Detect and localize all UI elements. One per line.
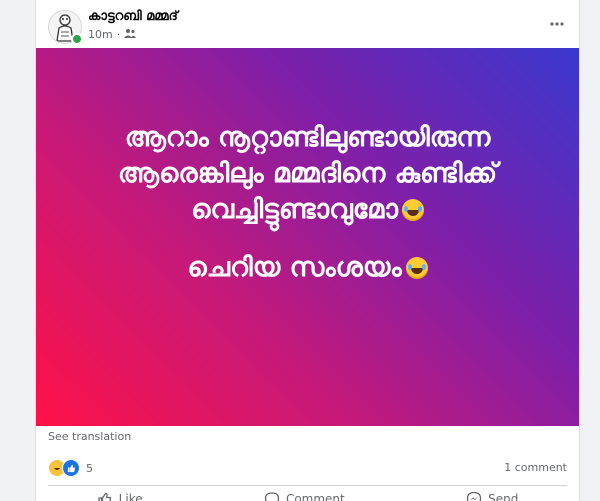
post-text-segment: വെച്ചിട്ടുണ്ടാവുമോ bbox=[191, 194, 398, 225]
post-text-line: ചെറിയ സംശയം bbox=[36, 250, 579, 286]
divider bbox=[48, 485, 567, 486]
comments-count[interactable]: 1 comment bbox=[504, 461, 567, 474]
post-author[interactable]: കാട്ടറബി മമ്മദ് bbox=[88, 9, 178, 24]
like-label: Like bbox=[118, 492, 143, 501]
see-translation-link[interactable]: See translation bbox=[48, 430, 131, 443]
send-label: Send bbox=[488, 492, 519, 501]
reaction-count: 5 bbox=[86, 461, 93, 475]
post-text-line: ആരെങ്കിലും മമ്മദിനെ കുണ്ടിക്ക് bbox=[117, 158, 498, 189]
post-card: കാട്ടറബി മമ്മദ് 10m · ആറാം നൂറ്റാണ്ടിലുണ… bbox=[35, 0, 580, 501]
send-button[interactable]: Send bbox=[466, 488, 518, 501]
comment-label: Comment bbox=[285, 492, 345, 501]
friends-icon[interactable] bbox=[124, 28, 137, 41]
comment-icon bbox=[264, 492, 280, 501]
dot-separator: · bbox=[116, 27, 121, 41]
laughing-tears-emoji bbox=[401, 199, 424, 221]
post-text: ആറാം നൂറ്റാണ്ടിലുണ്ടായിരുന്ന ആരെങ്കിലും … bbox=[36, 120, 579, 286]
comment-button[interactable]: Comment bbox=[264, 488, 345, 501]
like-button[interactable]: Like bbox=[97, 488, 143, 501]
post-text-line: ആറാം നൂറ്റാണ്ടിലുണ്ടായിരുന്ന bbox=[124, 122, 491, 153]
reactions-summary[interactable]: 5 bbox=[48, 459, 93, 477]
more-icon bbox=[550, 22, 564, 26]
post-text-segment: ചെറിയ സംശയം bbox=[187, 252, 402, 283]
thumbs-up-icon bbox=[98, 492, 111, 501]
post-time[interactable]: 10m bbox=[88, 28, 113, 41]
laughing-tears-emoji bbox=[405, 257, 428, 279]
online-status-dot bbox=[71, 33, 83, 45]
post-text-line: വെച്ചിട്ടുണ്ടാവുമോ bbox=[36, 192, 579, 228]
post-header: കാട്ടറബി മമ്മദ് 10m · bbox=[36, 0, 579, 48]
post-meta: 10m · bbox=[88, 27, 137, 41]
post-actions: Like Comment Send bbox=[36, 488, 579, 501]
like-icon bbox=[62, 459, 80, 477]
more-options-button[interactable] bbox=[547, 14, 567, 34]
messenger-icon bbox=[466, 491, 482, 501]
